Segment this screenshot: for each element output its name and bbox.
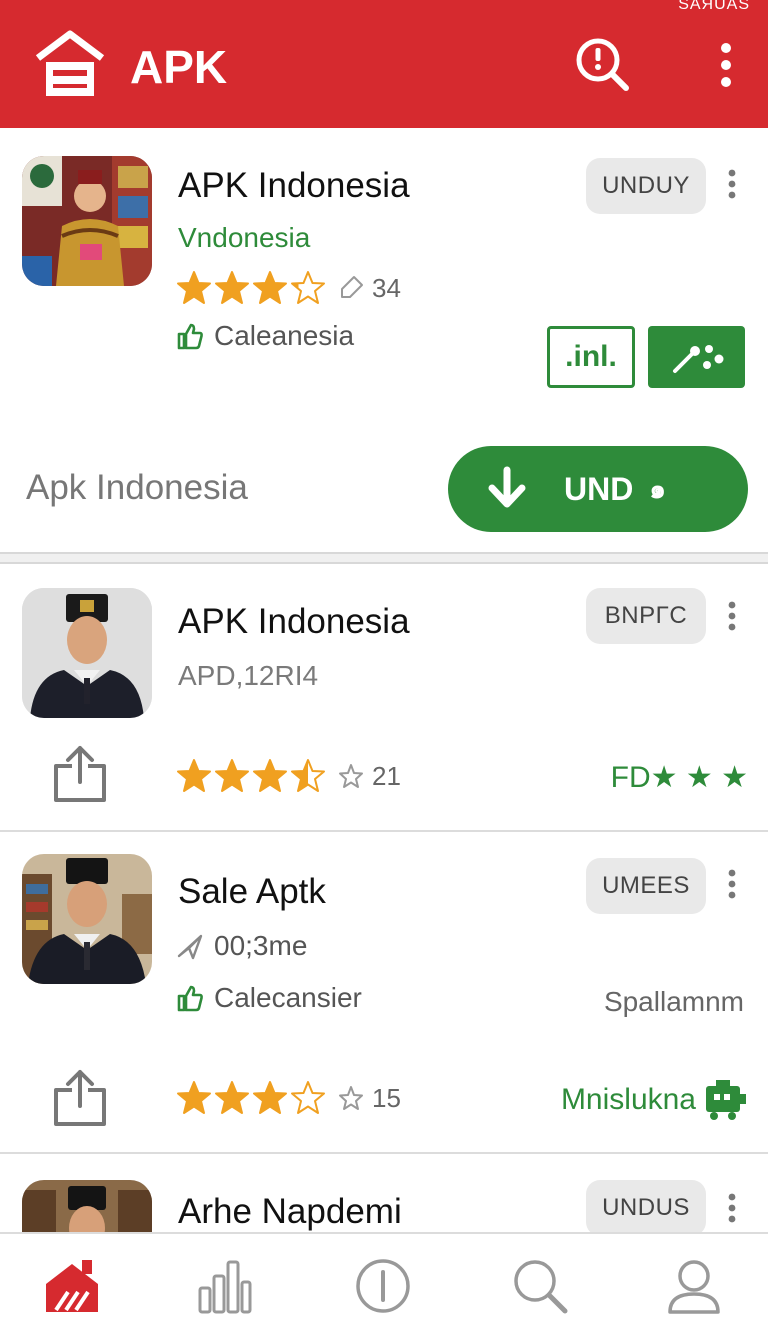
star-icon [253, 1081, 287, 1114]
action-pill[interactable]: UMEES [586, 858, 706, 914]
more-vert-icon[interactable] [712, 40, 740, 90]
category-meta: Calecansier [176, 982, 362, 1014]
feature-badge: FD★ ★ ★ [611, 760, 748, 795]
section-divider [0, 552, 768, 564]
search-icon[interactable] [510, 1256, 570, 1316]
category-meta: Caleanesia [176, 320, 354, 352]
rating-count: 34 [372, 272, 401, 303]
star-icon [291, 759, 325, 792]
update-label: 00;3me [214, 930, 308, 961]
bottom-nav [0, 1232, 768, 1344]
rating-stars: 34 [176, 270, 401, 306]
action-pill[interactable]: UNDUY [586, 158, 706, 214]
search-alert-icon[interactable] [574, 36, 630, 92]
chart-icon[interactable] [194, 1256, 254, 1316]
app-thumbnail [22, 854, 152, 984]
app-name[interactable]: APK Indonesia [178, 166, 410, 206]
category-label: Calecansier [214, 982, 362, 1013]
star-icon [215, 759, 249, 792]
star-icon [253, 271, 287, 304]
app-title: APK [130, 41, 228, 93]
download-button[interactable]: UND ๑ [448, 446, 748, 532]
profile-icon[interactable] [664, 1256, 724, 1316]
share-icon[interactable] [50, 742, 110, 804]
feature-label: FD★ ★ ★ [610, 761, 748, 794]
star-icon [291, 1081, 325, 1114]
thumbs-up-icon [177, 323, 203, 350]
app-thumbnail [22, 156, 152, 286]
info-icon[interactable] [353, 1256, 413, 1316]
home-icon[interactable] [42, 1256, 102, 1316]
app-card[interactable]: Sale Aptk 00;3me Calecansier Spallamnm U… [0, 832, 768, 1152]
star-icon [215, 1081, 249, 1114]
stats-chip[interactable]: .inl. [547, 326, 635, 388]
app-thumbnail [22, 588, 152, 718]
download-tail: ๑ [649, 473, 666, 504]
footer-label: Apk Indonesia [26, 468, 248, 507]
rating-count: 15 [372, 1082, 401, 1113]
send-icon [177, 934, 203, 960]
card-more-icon[interactable] [722, 168, 742, 200]
app-version: APD,12RI4 [178, 660, 319, 691]
share-icon[interactable] [50, 1066, 110, 1128]
rating-count: 21 [372, 760, 401, 791]
app-card[interactable]: APK Indonesia Vndonesia 34 Caleanesia UN… [0, 128, 768, 552]
small-star-icon [339, 1086, 363, 1110]
rating-stars: 15 [176, 1080, 401, 1116]
small-star-icon [339, 764, 363, 788]
star-icon [291, 271, 325, 304]
rating-stars: 21 [176, 758, 401, 794]
action-pill[interactable]: BNPΓC [586, 588, 706, 644]
star-icon [177, 759, 211, 792]
connect-icon [672, 345, 723, 373]
card-more-icon[interactable] [722, 1192, 742, 1224]
share-chip[interactable] [648, 326, 745, 388]
status-text: SAЯUAS [678, 0, 750, 13]
store-label: Mnislukna [560, 1083, 696, 1116]
category-label: Caleanesia [214, 320, 355, 351]
tag-icon [341, 276, 363, 298]
download-label: UND [564, 470, 634, 507]
star-icon [253, 759, 287, 792]
app-list[interactable]: APK Indonesia Vndonesia 34 Caleanesia UN… [0, 128, 768, 1232]
star-icon [215, 271, 249, 304]
app-thumbnail [22, 1180, 152, 1232]
app-name[interactable]: APK Indonesia [178, 602, 410, 642]
card-more-icon[interactable] [722, 600, 742, 632]
thumbs-up-icon [177, 985, 203, 1012]
app-publisher: Vndonesia [178, 222, 311, 253]
app-name[interactable]: Arhe Napdemi [178, 1192, 402, 1232]
download-icon [488, 466, 526, 508]
action-pill[interactable]: UNDUS [586, 1180, 706, 1232]
update-meta: 00;3me [176, 930, 307, 962]
home-logo-icon[interactable] [32, 28, 108, 98]
store-icon [706, 1080, 746, 1120]
app-card[interactable]: APK Indonesia APD,12RI4 BNPΓC 21 FD★ ★ ★ [0, 564, 768, 830]
app-bar: SAЯUAS APK [0, 0, 768, 128]
star-icon [177, 1081, 211, 1114]
app-name[interactable]: Sale Aptk [178, 872, 326, 912]
app-card[interactable]: Arhe Napdemi UNDUS [0, 1154, 768, 1232]
card-more-icon[interactable] [722, 868, 742, 900]
right-meta: Spallamnm [603, 986, 744, 1017]
store-badge: Mnislukna [561, 1080, 748, 1120]
star-icon [177, 271, 211, 304]
